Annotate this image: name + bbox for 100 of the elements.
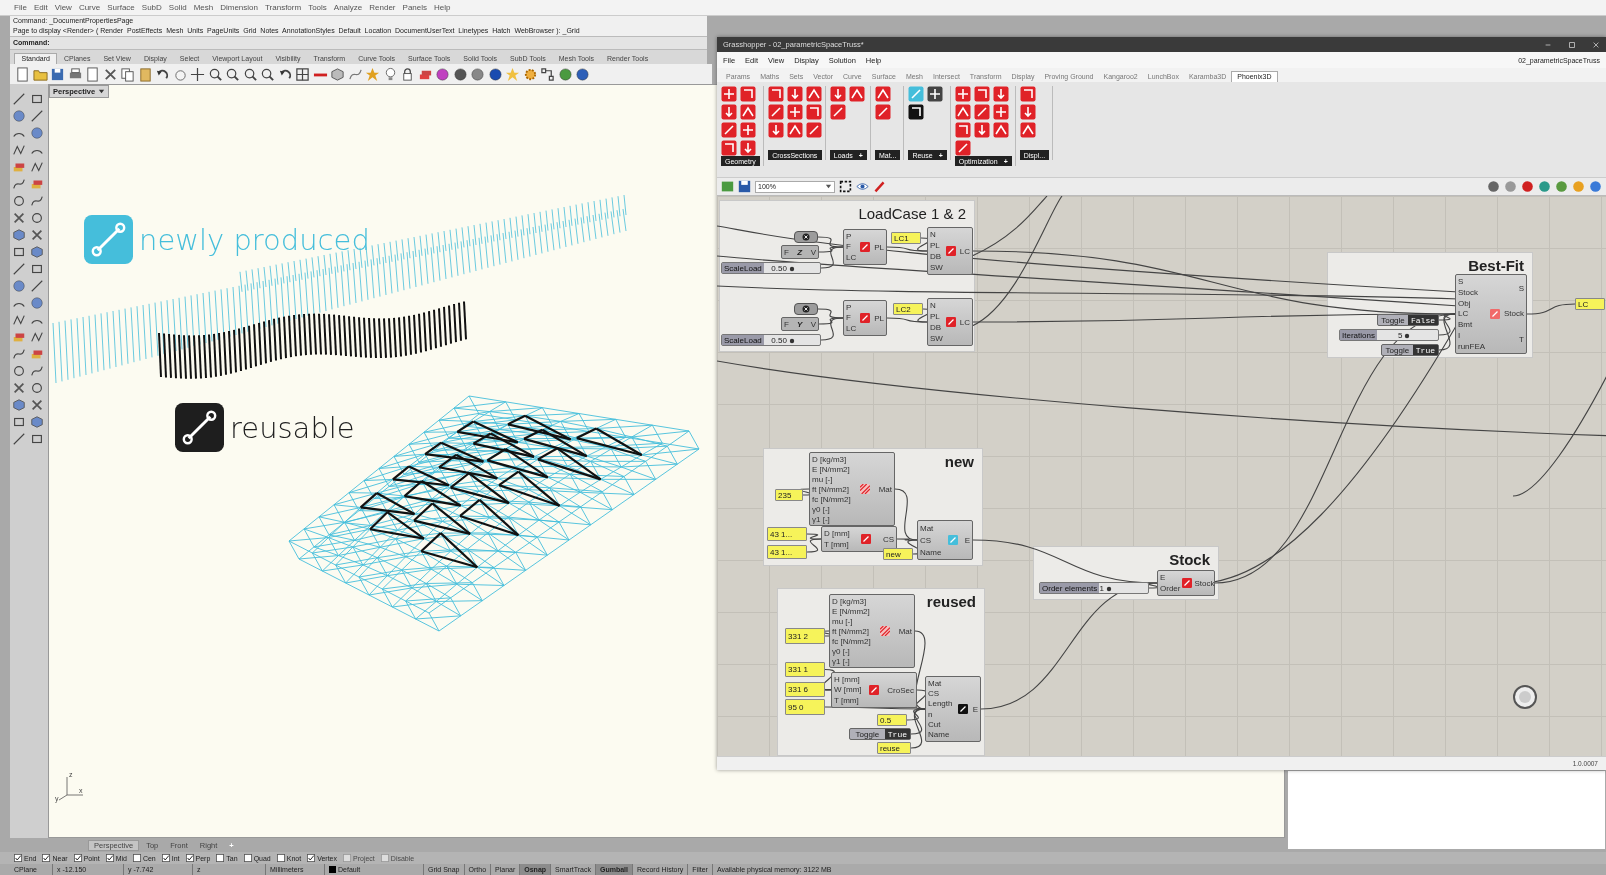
magnifier-icon[interactable]	[242, 66, 258, 82]
slider-grip[interactable]	[1404, 333, 1411, 339]
component-node[interactable]: Mat CS Name E	[917, 520, 973, 560]
checkbox[interactable]	[243, 854, 252, 862]
boolean-toggle[interactable]: Toggle True	[1381, 344, 1439, 356]
component-icon[interactable]	[908, 104, 925, 120]
cube-icon[interactable]	[30, 245, 44, 259]
caret-icon[interactable]	[825, 183, 832, 190]
component-node[interactable]: P F LC PL	[843, 300, 887, 336]
menu-item[interactable]: Surface	[107, 3, 135, 12]
menu-item[interactable]: SubD	[141, 3, 162, 12]
page-icon[interactable]	[15, 66, 30, 82]
menu-item[interactable]: Mesh	[193, 3, 214, 12]
slider-track[interactable]: 5	[1376, 330, 1438, 340]
rect-icon[interactable]	[30, 432, 44, 446]
sphere-icon[interactable]	[557, 66, 573, 82]
slider-grip[interactable]	[788, 338, 795, 344]
star-icon[interactable]	[365, 66, 380, 82]
cross-icon[interactable]	[102, 66, 118, 82]
component-node[interactable]: H [mm] W [mm] T [mm] CroSec	[831, 672, 917, 708]
polyline-icon[interactable]	[30, 160, 44, 174]
checkbox[interactable]	[185, 854, 194, 862]
checkbox[interactable]	[307, 854, 316, 862]
text-panel[interactable]: 331 2	[785, 628, 825, 644]
component-node[interactable]: N PL DB SW LC	[927, 298, 973, 346]
checkbox[interactable]	[14, 854, 22, 862]
line-icon[interactable]	[12, 92, 26, 106]
menu-item[interactable]: Tools	[308, 3, 327, 12]
checkbox[interactable]	[105, 854, 114, 862]
text-panel[interactable]: 43 1...	[767, 527, 807, 541]
clipboard-icon[interactable]	[137, 66, 153, 82]
cube-icon[interactable]	[330, 66, 345, 82]
circle-icon[interactable]	[12, 194, 26, 208]
number-slider[interactable]: Order elements 1	[1039, 582, 1149, 594]
component-icon[interactable]	[927, 86, 944, 102]
curve-icon[interactable]	[30, 364, 44, 378]
param-node[interactable]	[794, 231, 818, 243]
component-node[interactable]: E Order Stock	[1157, 570, 1215, 596]
copy-icon[interactable]	[120, 66, 135, 82]
sphere-icon[interactable]	[1521, 180, 1534, 193]
page-icon[interactable]	[85, 66, 100, 82]
text-panel[interactable]: LC	[1575, 298, 1605, 310]
maximize-icon[interactable]	[1568, 40, 1576, 49]
checkbox[interactable]	[42, 854, 51, 862]
eye-icon[interactable]	[856, 180, 869, 193]
sphere-icon[interactable]	[1589, 180, 1602, 193]
number-slider[interactable]: ScaleLoad 0.50	[721, 334, 821, 346]
text-panel[interactable]: LC1	[891, 232, 921, 244]
sphere-icon[interactable]	[435, 66, 450, 82]
slider-track[interactable]: 0.50	[763, 263, 820, 273]
cross-icon[interactable]	[12, 211, 26, 225]
move-icon[interactable]	[190, 66, 205, 82]
slider-grip[interactable]	[788, 266, 795, 272]
vector-node[interactable]: F Y V	[781, 317, 819, 331]
circle-icon[interactable]	[30, 381, 44, 395]
sphere-icon[interactable]	[487, 66, 503, 82]
magnifier-icon[interactable]	[260, 66, 275, 82]
sphere-icon[interactable]	[1487, 180, 1500, 193]
text-panel[interactable]: LC2	[893, 303, 923, 315]
checkbox[interactable]	[276, 854, 285, 862]
close-icon[interactable]	[1592, 40, 1600, 49]
text-panel[interactable]: 235	[775, 489, 803, 501]
circle-icon[interactable]	[12, 364, 26, 378]
menu-item[interactable]: Dimension	[220, 3, 258, 12]
gear-icon[interactable]	[522, 66, 538, 82]
component-node[interactable]: D [kg/m3] E [N/mm2] mu [-] ft [N/mm2] fc [N/mm2] γ0 [-] γ1 [-] Mat	[829, 594, 915, 668]
checkbox[interactable]	[161, 854, 170, 862]
star-icon[interactable]	[505, 66, 520, 82]
line-icon[interactable]	[30, 279, 44, 293]
cube-icon[interactable]	[12, 228, 26, 242]
menu-item[interactable]: Help	[434, 3, 451, 12]
cross-icon[interactable]	[12, 381, 26, 395]
slider-track[interactable]: 1	[1099, 583, 1148, 593]
component-node[interactable]: D [kg/m3] E [N/mm2] mu [-] ft [N/mm2] fc [N/mm2] γ0 [-] γ1 [-] Mat	[809, 452, 895, 526]
menu-item[interactable]: Solid	[168, 3, 187, 12]
component-node[interactable]: S Stock Obj LC Bmt I runFEA S Stock T	[1455, 274, 1527, 354]
rect-icon[interactable]	[12, 245, 26, 259]
rect-icon[interactable]	[12, 415, 26, 429]
component-node[interactable]: P F LC PL	[843, 229, 887, 265]
magnifier-icon[interactable]	[225, 66, 240, 82]
navigation-dial-icon[interactable]	[1512, 684, 1538, 710]
sphere-icon[interactable]	[470, 66, 485, 82]
menu-item[interactable]: Analyze	[333, 3, 363, 12]
boolean-toggle[interactable]: Toggle True	[849, 728, 911, 740]
sphere-icon[interactable]	[452, 66, 468, 82]
number-slider[interactable]: Iterations 5	[1339, 329, 1439, 341]
menu-item[interactable]: Render	[369, 3, 396, 12]
menu-item[interactable]: File	[14, 3, 27, 12]
line-icon[interactable]	[30, 109, 44, 123]
text-panel[interactable]: 0.5	[877, 714, 907, 726]
line-icon[interactable]	[12, 262, 26, 276]
menu-item[interactable]: Curve	[78, 3, 101, 12]
brush-icon[interactable]	[873, 180, 886, 193]
folder-icon[interactable]	[721, 180, 734, 193]
menu-item[interactable]: View	[54, 3, 72, 12]
text-panel[interactable]: 331 1	[785, 662, 825, 677]
cube-icon[interactable]	[12, 398, 26, 412]
sphere-icon[interactable]	[575, 66, 590, 82]
slider-grip[interactable]	[1105, 586, 1112, 592]
text-panel[interactable]: 95 0	[785, 699, 825, 715]
